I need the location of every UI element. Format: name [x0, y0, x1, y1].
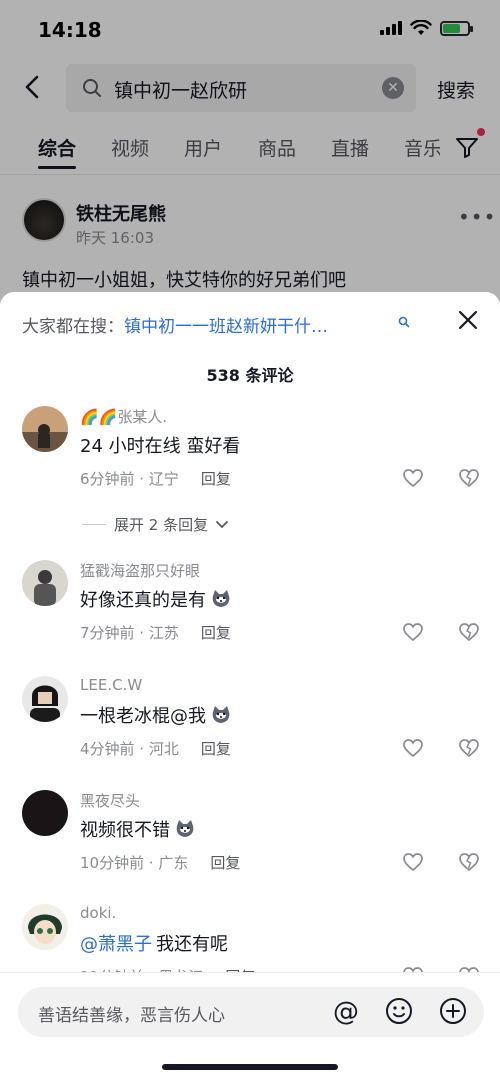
avatar[interactable] [22, 904, 68, 950]
comment-body: 视频很不错 [80, 820, 170, 841]
comment-body: 好像还真的是有 [80, 590, 206, 611]
comment-text: @萧黑子 我还有呢 [80, 930, 228, 956]
comment-author-name[interactable]: doki. [80, 904, 116, 922]
reply-button[interactable]: 回复 [201, 470, 231, 488]
comment-input-bar: 善语结善缘，恶言伤人心 @ [0, 972, 500, 1083]
comment-time-location: 7分钟前 · 江苏 [80, 624, 179, 642]
broken-heart-icon[interactable] [458, 738, 480, 758]
comment-body: 我还有呢 [156, 934, 228, 955]
heart-icon[interactable] [402, 738, 424, 758]
comment-time-location: 6分钟前 · 辽宁 [80, 470, 179, 488]
everyone-search-banner[interactable]: 大家都在搜：镇中初一一班赵新妍干什… [22, 312, 328, 337]
comment-body: 一根老冰棍@我 [80, 706, 206, 727]
comment-author-name: 张某人. [117, 408, 168, 426]
husky-emoji-icon [176, 820, 194, 837]
broken-heart-icon[interactable] [458, 622, 480, 642]
comment-author-name[interactable]: LEE.C.W [80, 676, 142, 694]
comment-input-placeholder: 善语结善缘，恶言伤人心 [38, 1006, 225, 1026]
avatar[interactable] [22, 676, 68, 722]
add-icon[interactable] [438, 996, 468, 1026]
comment-meta: 10分钟前 · 广东 回复 [80, 852, 240, 873]
mention-link[interactable]: @萧黑子 [80, 930, 152, 956]
comment-text: 24 小时在线 蛮好看 [80, 432, 240, 458]
comment-meta: 4分钟前 · 河北 回复 [80, 738, 231, 759]
search-small-icon [398, 316, 410, 328]
reply-button[interactable]: 回复 [201, 740, 231, 758]
avatar[interactable] [22, 406, 68, 452]
heart-icon[interactable] [402, 852, 424, 872]
close-icon[interactable] [456, 308, 480, 332]
comment-author-name[interactable]: 猛戳海盗那只好眼 [80, 560, 200, 581]
husky-emoji-icon [212, 706, 230, 723]
comment-time-location: 10分钟前 · 广东 [80, 854, 189, 872]
comment-text: 视频很不错 [80, 816, 196, 842]
comment-text: 一根老冰棍@我 [80, 702, 232, 728]
husky-emoji-icon [212, 590, 230, 607]
expand-replies-label: 展开 2 条回复 [114, 516, 209, 534]
reply-button[interactable]: 回复 [201, 624, 231, 642]
at-mention-icon[interactable]: @ [330, 996, 362, 1028]
broken-heart-icon[interactable] [458, 468, 480, 488]
comments-sheet: 大家都在搜：镇中初一一班赵新妍干什… 538 条评论 🌈🌈张某人. 24 小时在… [0, 292, 500, 1083]
comment-time-location: 4分钟前 · 河北 [80, 740, 179, 758]
comment-meta: 7分钟前 · 江苏 回复 [80, 622, 231, 643]
emoji-icon[interactable] [384, 996, 414, 1026]
comment-input[interactable]: 善语结善缘，恶言伤人心 @ [18, 987, 484, 1037]
avatar[interactable] [22, 560, 68, 606]
divider [82, 524, 106, 525]
home-indicator [162, 1064, 338, 1070]
avatar[interactable] [22, 790, 68, 836]
heart-icon[interactable] [402, 622, 424, 642]
comment-body: 24 小时在线 蛮好看 [80, 436, 241, 457]
heart-icon[interactable] [402, 468, 424, 488]
expand-replies-button[interactable]: 展开 2 条回复 [82, 514, 228, 535]
rainbow-emoji: 🌈🌈 [80, 408, 118, 426]
reply-button[interactable]: 回复 [210, 854, 240, 872]
chevron-down-icon [216, 520, 228, 528]
everyone-search-link[interactable]: 镇中初一一班赵新妍干什… [124, 317, 328, 337]
comment-meta: 6分钟前 · 辽宁 回复 [80, 468, 231, 489]
broken-heart-icon[interactable] [458, 852, 480, 872]
comment-count: 538 条评论 [206, 366, 294, 385]
comment-text: 好像还真的是有 [80, 586, 232, 612]
everyone-search-prefix: 大家都在搜： [22, 317, 124, 337]
comment-author[interactable]: 🌈🌈张某人. [80, 406, 167, 427]
comment-author-name[interactable]: 黑夜尽头 [80, 790, 140, 811]
